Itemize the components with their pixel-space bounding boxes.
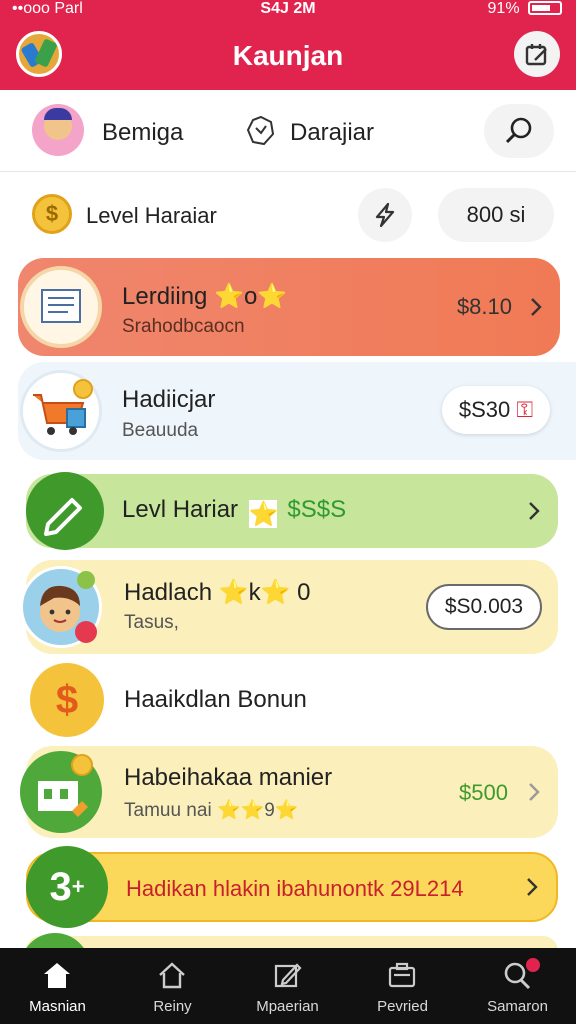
star-icon: ⭐ bbox=[248, 500, 279, 528]
list-item[interactable]: Lerdiing ⭐o⭐ Srahodbcaocn $8.10 bbox=[18, 258, 560, 356]
status-bar: ••ooo Parl S4J 2M 91% bbox=[0, 0, 576, 20]
profile-row: Bemiga Darajiar bbox=[0, 92, 576, 172]
briefcase-icon bbox=[388, 962, 416, 988]
boost-button[interactable] bbox=[358, 188, 412, 242]
store-icon bbox=[20, 751, 102, 833]
house-outline-icon bbox=[159, 962, 185, 989]
battery-percent: 91% bbox=[487, 0, 520, 17]
chevron-right-icon bbox=[531, 298, 542, 316]
tab-profile-label[interactable]: Bemiga bbox=[102, 119, 183, 147]
notification-badge bbox=[524, 956, 542, 974]
tab-samaron[interactable]: Samaron bbox=[460, 948, 575, 1024]
chevron-right-icon bbox=[529, 783, 540, 801]
app-bar: Kaunjan bbox=[0, 20, 576, 90]
battery-indicator: 91% bbox=[488, 0, 562, 18]
bottom-tab-bar: Masnian Reiny Mpaerian Pevried Samaron bbox=[0, 948, 576, 1024]
item-amount-pill[interactable]: $S0.003 bbox=[426, 584, 542, 630]
level-value-pill[interactable]: 800 si bbox=[438, 188, 554, 242]
document-icon bbox=[20, 266, 102, 348]
tab-mpaerian[interactable]: Mpaerian bbox=[230, 948, 345, 1024]
item-subtitle: Beauuda bbox=[122, 420, 199, 441]
lock-icon: ⚿ bbox=[516, 397, 534, 422]
badge-icon bbox=[246, 115, 275, 146]
item-amount: $S30 bbox=[458, 397, 511, 422]
item-suffix: $S$S bbox=[287, 496, 347, 523]
calendar-button[interactable] bbox=[514, 31, 560, 77]
avatar[interactable] bbox=[32, 104, 84, 156]
item-amount-pill[interactable]: $S30 ⚿ bbox=[442, 386, 550, 434]
tab-pevried[interactable]: Pevried bbox=[345, 948, 460, 1024]
item-amount: $8.10 bbox=[456, 294, 512, 319]
list-item[interactable]: Hadiicjar Beauuda $S30 ⚿ bbox=[18, 362, 576, 460]
list-item[interactable]: Levl Hariar ⭐ $S$S bbox=[26, 472, 558, 550]
item-title: Hadikan hlakin ibahunontk 29L214 bbox=[126, 876, 464, 901]
edit-icon bbox=[274, 963, 302, 988]
item-title: Levl Hariar ⭐ $S$S bbox=[122, 496, 347, 528]
list-item[interactable]: Habeihakaa manier Tamuu nai ⭐⭐9⭐ $500 bbox=[20, 746, 558, 838]
calendar-edit-icon bbox=[525, 44, 547, 66]
item-subtitle: Srahodbcaocn bbox=[122, 316, 245, 337]
list-item[interactable]: 3+ Hadikan hlakin ibahunontk 29L214 bbox=[26, 846, 558, 928]
item-title: Lerdiing ⭐o⭐ bbox=[122, 283, 288, 310]
coin-icon: $ bbox=[32, 194, 72, 234]
dollar-coin-icon: $ bbox=[30, 663, 104, 737]
search-icon bbox=[505, 117, 532, 144]
item-title: Habeihakaa manier bbox=[124, 764, 333, 791]
tab-home[interactable]: Masnian bbox=[0, 948, 115, 1024]
level-label: Level Haraiar bbox=[86, 203, 217, 228]
tab-reiny[interactable]: Reiny bbox=[115, 948, 230, 1024]
pencil-icon bbox=[26, 472, 104, 550]
shopping-cart-icon bbox=[20, 370, 102, 452]
item-title: Haaikdlan Bonun bbox=[124, 686, 307, 713]
chevron-right-icon bbox=[527, 878, 538, 896]
item-title: Hadlach ⭐k⭐ 0 bbox=[124, 579, 311, 606]
three-plus-icon: 3+ bbox=[26, 846, 108, 928]
home-icon bbox=[44, 963, 70, 988]
app-title: Kaunjan bbox=[232, 40, 344, 71]
item-subtitle: Tamuu nai ⭐⭐9⭐ bbox=[124, 800, 299, 821]
boy-avatar-icon bbox=[20, 566, 102, 648]
chevron-right-icon bbox=[529, 502, 540, 520]
tab-darajiar-label[interactable]: Darajiar bbox=[290, 119, 374, 147]
item-amount: $500 bbox=[459, 780, 508, 805]
item-title: Hadiicjar bbox=[122, 386, 216, 413]
item-subtitle: Tasus, bbox=[124, 612, 179, 633]
level-row: $ Level Haraiar 800 si bbox=[0, 176, 576, 252]
list-item[interactable]: $ Haaikdlan Bonun bbox=[26, 660, 558, 740]
search-button[interactable] bbox=[484, 104, 554, 158]
lightning-icon bbox=[375, 202, 395, 228]
battery-icon bbox=[528, 1, 562, 15]
list-item[interactable]: Hadlach ⭐k⭐ 0 Tasus, $S0.003 bbox=[20, 560, 558, 654]
